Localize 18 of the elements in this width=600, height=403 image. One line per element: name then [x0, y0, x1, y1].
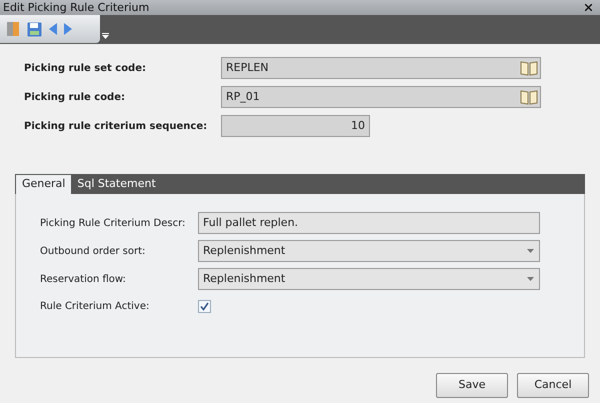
field-label: Reservation flow:: [40, 272, 127, 286]
input-field[interactable]: Full pallet replen.: [198, 212, 540, 234]
tab[interactable]: Sql Statement: [71, 175, 162, 194]
dropdown[interactable]: Replenishment: [198, 240, 540, 262]
tab[interactable]: General: [16, 175, 72, 194]
input-field[interactable]: REPLEN: [221, 57, 541, 79]
input-field[interactable]: RP_01: [221, 86, 541, 108]
dropdown[interactable]: Replenishment: [198, 268, 540, 290]
field-label: Rule Criterium Active:: [40, 300, 150, 314]
input-field[interactable]: 10: [221, 115, 370, 137]
field-label: Picking rule set code:: [24, 62, 147, 76]
field-label: Picking Rule Criterium Descr:: [40, 216, 186, 230]
window-title: Edit Picking Rule Criterium: [3, 2, 150, 13]
field-label: Picking rule code:: [24, 90, 126, 104]
field-label: Picking rule criterium sequence:: [24, 120, 208, 134]
dialog-button[interactable]: Cancel: [517, 373, 589, 398]
dialog-button[interactable]: Save: [436, 373, 508, 398]
field-label: Outbound order sort:: [40, 244, 146, 258]
